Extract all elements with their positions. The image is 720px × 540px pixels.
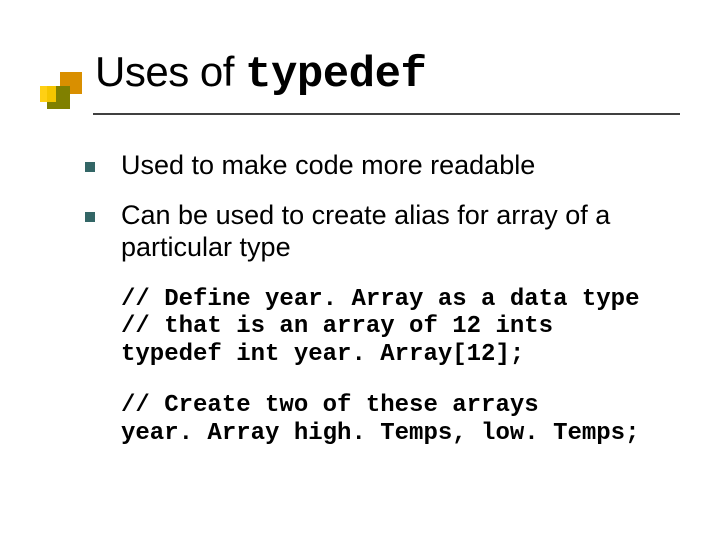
title-code: typedef [245, 50, 426, 100]
slide: Uses of typedef Used to make code more r… [0, 0, 720, 540]
bullet-item: Can be used to create alias for array of… [85, 200, 675, 264]
title-decoration-icon [40, 82, 84, 114]
title-underline [93, 113, 680, 115]
bullet-square-icon [85, 162, 95, 172]
slide-title: Uses of typedef [95, 50, 690, 98]
bullet-text: Can be used to create alias for array of… [121, 200, 610, 262]
code-block: // Create two of these arrays year. Arra… [121, 392, 675, 447]
slide-body: Used to make code more readable Can be u… [85, 150, 675, 448]
code-block: // Define year. Array as a data type // … [121, 286, 675, 369]
bullet-list: Used to make code more readable Can be u… [85, 150, 675, 264]
title-prefix: Uses of [95, 48, 245, 95]
bullet-item: Used to make code more readable [85, 150, 675, 182]
bullet-square-icon [85, 212, 95, 222]
bullet-text: Used to make code more readable [121, 150, 535, 180]
title-area: Uses of typedef [40, 50, 690, 98]
